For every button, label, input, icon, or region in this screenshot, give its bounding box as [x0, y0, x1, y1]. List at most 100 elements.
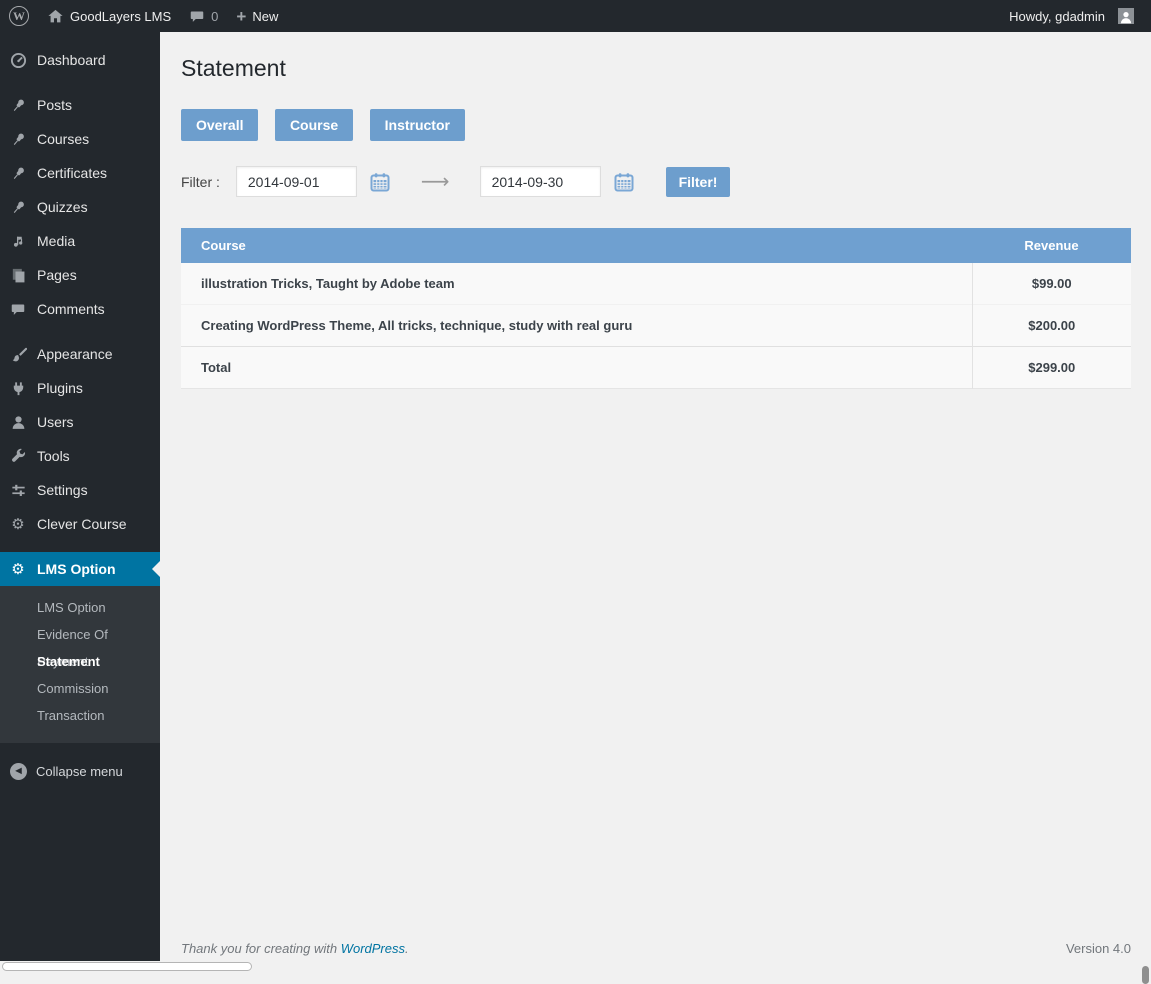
main-content: Statement Overall Course Instructor Filt…: [160, 32, 1151, 984]
sidebar-item-label: Courses: [37, 131, 90, 147]
sidebar-item-quizzes[interactable]: Quizzes: [0, 190, 160, 224]
table-row: Creating WordPress Theme, All tricks, te…: [181, 304, 1131, 347]
sidebar-item-dashboard[interactable]: Dashboard: [0, 43, 160, 77]
pin-icon: [8, 131, 28, 148]
pin-icon: [8, 165, 28, 182]
sidebar-item-media[interactable]: Media: [0, 224, 160, 258]
submenu-item-transaction[interactable]: Transaction: [0, 702, 160, 729]
dashboard-icon: [8, 52, 28, 69]
sidebar-item-posts[interactable]: Posts: [0, 88, 160, 122]
comment-bubble-icon: [8, 302, 28, 317]
sidebar-item-plugins[interactable]: Plugins: [0, 371, 160, 405]
sidebar-item-label: Plugins: [37, 380, 83, 396]
table-header-row: Course Revenue: [181, 228, 1131, 263]
total-label-cell: Total: [181, 346, 972, 389]
wordpress-link[interactable]: WordPress: [341, 941, 405, 956]
admin-bar: W GoodLayers LMS 0 + New Howdy, gdadmin: [0, 0, 1151, 32]
statement-tabs: Overall Course Instructor: [181, 109, 1131, 141]
sidebar-item-appearance[interactable]: Appearance: [0, 337, 160, 371]
table-total-row: Total $299.00: [181, 346, 1131, 389]
arrow-right-icon: ⟶: [420, 171, 450, 193]
sidebar-item-label: Appearance: [37, 346, 113, 362]
column-header-revenue: Revenue: [972, 228, 1131, 263]
revenue-cell: $99.00: [971, 263, 1131, 305]
pages-icon: [8, 267, 28, 284]
sidebar-item-label: Media: [37, 233, 76, 249]
media-icon: [8, 233, 28, 250]
comment-bubble-icon: [189, 9, 205, 24]
version-text: Version 4.0: [1065, 941, 1131, 956]
plus-icon: +: [236, 6, 247, 26]
sidebar-item-label: Clever Course: [37, 516, 127, 532]
pin-icon: [8, 97, 28, 114]
howdy-text: Howdy, gdadmin: [1009, 8, 1105, 24]
sidebar-item-tools[interactable]: Tools: [0, 439, 160, 473]
admin-footer: Thank you for creating with WordPress. V…: [181, 941, 1131, 956]
sidebar-item-clever-course[interactable]: ⚙ Clever Course: [0, 507, 160, 541]
sidebar-item-comments[interactable]: Comments: [0, 292, 160, 326]
lms-option-submenu: LMS Option Evidence Of Payment Statement…: [0, 586, 160, 743]
filter-button[interactable]: Filter!: [665, 166, 731, 197]
calendar-icon[interactable]: [614, 172, 634, 192]
home-icon: [47, 8, 64, 25]
tab-instructor[interactable]: Instructor: [369, 109, 465, 141]
vertical-scrollbar-thumb[interactable]: [1142, 966, 1149, 984]
account-menu[interactable]: Howdy, gdadmin: [1000, 0, 1143, 32]
comments-admin-bar[interactable]: 0: [180, 0, 227, 32]
sidebar-item-label: Certificates: [37, 165, 108, 181]
sidebar-item-lms-option[interactable]: ⚙ LMS Option: [0, 552, 160, 586]
comment-count: 0: [211, 8, 219, 24]
course-cell: illustration Tricks, Taught by Adobe tea…: [181, 263, 972, 305]
horizontal-scrollbar-thumb[interactable]: [2, 962, 252, 971]
date-to-input[interactable]: [479, 166, 601, 197]
revenue-table: Course Revenue illustration Tricks, Taug…: [181, 228, 1131, 389]
site-name: GoodLayers LMS: [70, 8, 172, 24]
sidebar-item-label: Dashboard: [37, 52, 106, 68]
table-row: illustration Tricks, Taught by Adobe tea…: [181, 263, 1131, 305]
collapse-arrow-icon: ◄: [10, 762, 27, 780]
date-from-input[interactable]: [235, 166, 357, 197]
collapse-menu-label: Collapse menu: [36, 763, 123, 779]
site-link[interactable]: GoodLayers LMS: [38, 0, 180, 32]
admin-sidebar: Dashboard Posts Courses Certificates Qui…: [0, 32, 160, 961]
sidebar-item-label: Pages: [37, 267, 77, 283]
submenu-item-statement[interactable]: Statement: [0, 648, 160, 675]
sidebar-item-certificates[interactable]: Certificates: [0, 156, 160, 190]
course-cell: Creating WordPress Theme, All tricks, te…: [181, 304, 972, 347]
new-button[interactable]: + New: [227, 0, 287, 32]
sidebar-item-settings[interactable]: Settings: [0, 473, 160, 507]
gear-icon: ⚙: [11, 516, 25, 533]
calendar-icon[interactable]: [370, 172, 390, 192]
sidebar-item-label: Settings: [37, 482, 88, 498]
tab-course[interactable]: Course: [274, 109, 354, 141]
wrench-icon: [8, 448, 28, 465]
sliders-icon: [8, 482, 28, 499]
sidebar-item-label: Posts: [37, 97, 73, 113]
plug-icon: [8, 380, 28, 397]
sidebar-item-label: Quizzes: [37, 199, 88, 215]
wordpress-logo-icon: W: [9, 6, 29, 26]
sidebar-item-label: Tools: [37, 448, 70, 464]
collapse-menu-button[interactable]: ◄ Collapse menu: [0, 756, 160, 786]
page-title: Statement: [181, 55, 286, 81]
sidebar-item-courses[interactable]: Courses: [0, 122, 160, 156]
tab-overall[interactable]: Overall: [181, 109, 259, 141]
thanks-suffix: .: [405, 941, 409, 956]
sidebar-item-label: Comments: [37, 301, 105, 317]
wordpress-logo[interactable]: W: [0, 0, 38, 32]
submenu-item-lms-option[interactable]: LMS Option: [0, 594, 160, 621]
submenu-item-commission[interactable]: Commission: [0, 675, 160, 702]
footer-thanks-text: Thank you for creating with WordPress.: [181, 941, 409, 956]
total-revenue-cell: $299.00: [971, 346, 1131, 389]
brush-icon: [8, 346, 28, 363]
sidebar-item-users[interactable]: Users: [0, 405, 160, 439]
column-header-course: Course: [181, 228, 972, 263]
revenue-cell: $200.00: [971, 304, 1131, 347]
submenu-item-evidence-of-payment[interactable]: Evidence Of Payment: [0, 621, 160, 669]
sidebar-item-label: LMS Option: [37, 561, 116, 577]
thanks-prefix: Thank you for creating with: [181, 941, 341, 956]
filter-label: Filter :: [181, 173, 220, 190]
sidebar-item-pages[interactable]: Pages: [0, 258, 160, 292]
pin-icon: [8, 199, 28, 216]
new-label: New: [252, 8, 279, 24]
